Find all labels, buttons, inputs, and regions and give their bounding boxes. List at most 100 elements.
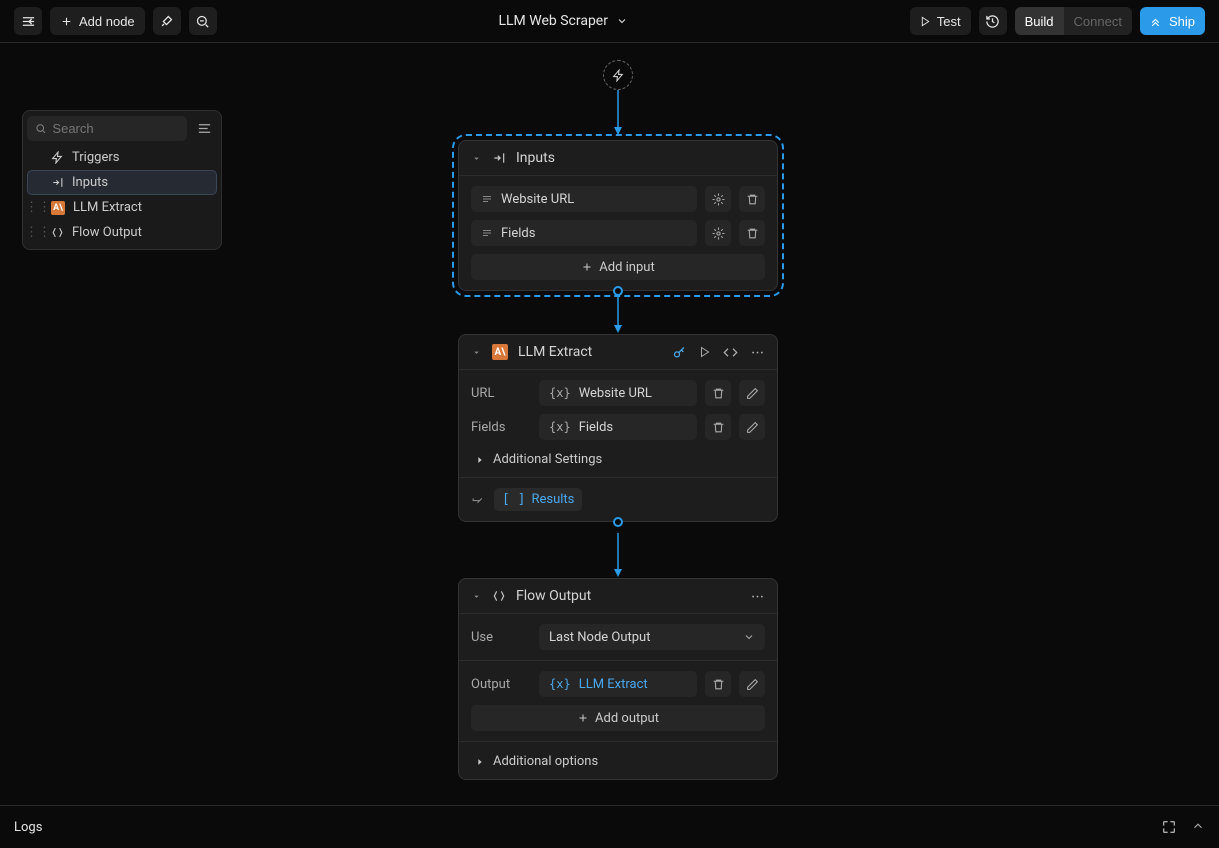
pencil-icon	[746, 678, 759, 691]
logs-label[interactable]: Logs	[14, 820, 42, 835]
zoom-out-button[interactable]	[189, 7, 217, 35]
output-value[interactable]: {x} LLM Extract	[539, 671, 697, 697]
tree-toggle-button[interactable]	[191, 115, 217, 141]
sidebar-item-triggers[interactable]: Triggers	[27, 145, 217, 170]
results-chip[interactable]: [ ] Results	[494, 488, 582, 511]
sidebar-item-llm-extract[interactable]: ⋮⋮ A\ LLM Extract	[27, 195, 217, 220]
inputs-node[interactable]: Inputs Website URL Fields	[458, 140, 778, 291]
param-label: Fields	[471, 420, 531, 435]
param-label: URL	[471, 386, 531, 401]
code-icon[interactable]	[723, 345, 738, 360]
sidebar-item-label: Triggers	[72, 150, 119, 165]
mode-segment: Build Connect	[1015, 7, 1132, 35]
delete-button[interactable]	[739, 220, 765, 246]
add-node-button[interactable]: Add node	[50, 7, 145, 35]
magic-button[interactable]	[153, 7, 181, 35]
collapse-icon[interactable]	[471, 591, 482, 602]
expand-button[interactable]	[1161, 819, 1177, 835]
node-title: LLM Extract	[518, 344, 662, 360]
build-tab[interactable]: Build	[1015, 7, 1064, 35]
ai-badge-icon: A\	[51, 201, 65, 215]
caret-right-icon	[475, 757, 485, 767]
flow-title-dropdown[interactable]: LLM Web Scraper	[498, 13, 628, 29]
connect-tab[interactable]: Connect	[1064, 7, 1132, 35]
flow-title: LLM Web Scraper	[498, 13, 608, 29]
param-value-url[interactable]: {x} Website URL	[539, 380, 697, 406]
output-icon	[51, 226, 64, 239]
sidebar-item-flow-output[interactable]: ⋮⋮ Flow Output	[27, 220, 217, 245]
collapse-sidebar-button[interactable]	[14, 7, 42, 35]
input-field-fields[interactable]: Fields	[471, 220, 697, 246]
delete-button[interactable]	[705, 380, 731, 406]
search-icon	[35, 122, 46, 135]
trigger-node[interactable]	[603, 60, 633, 90]
variable-icon: {x}	[549, 386, 571, 400]
collapse-logs-button[interactable]	[1191, 819, 1205, 835]
delete-button[interactable]	[705, 671, 731, 697]
delete-button[interactable]	[705, 414, 731, 440]
use-select[interactable]: Last Node Output	[539, 624, 765, 650]
sidebar-item-inputs[interactable]: Inputs	[27, 170, 217, 195]
ship-button[interactable]: Ship	[1140, 7, 1205, 35]
gear-icon	[712, 227, 725, 240]
trash-icon	[746, 193, 759, 206]
param-value-fields[interactable]: {x} Fields	[539, 414, 697, 440]
output-port[interactable]	[613, 286, 623, 296]
caret-right-icon	[475, 455, 485, 465]
pencil-icon	[746, 387, 759, 400]
add-input-button[interactable]: Add input	[471, 254, 765, 280]
settings-button[interactable]	[705, 186, 731, 212]
maximize-icon	[1161, 819, 1177, 835]
input-field-website-url[interactable]: Website URL	[471, 186, 697, 212]
plus-icon	[581, 261, 593, 273]
use-label: Use	[471, 630, 531, 645]
test-label: Test	[937, 14, 961, 29]
collapse-icon[interactable]	[471, 347, 482, 358]
key-icon[interactable]	[672, 345, 687, 360]
drag-handle-icon: ⋮⋮	[33, 225, 43, 240]
run-icon[interactable]	[699, 346, 711, 358]
ai-badge-icon: A\	[492, 344, 508, 360]
return-icon	[471, 493, 484, 506]
node-title: Inputs	[516, 150, 765, 166]
gear-icon	[712, 193, 725, 206]
node-tree-panel: Triggers Inputs ⋮⋮ A\ LLM Extract ⋮⋮ Flo…	[22, 110, 222, 250]
output-port[interactable]	[613, 517, 623, 527]
trash-icon	[746, 227, 759, 240]
output-icon	[492, 589, 506, 603]
input-icon	[51, 176, 64, 189]
variable-icon: {x}	[549, 677, 571, 691]
drag-handle-icon: ⋮⋮	[33, 200, 43, 215]
more-icon[interactable]	[750, 345, 765, 360]
chevron-down-icon	[616, 15, 628, 27]
text-icon	[481, 193, 493, 205]
ship-label: Ship	[1169, 14, 1195, 29]
search-input[interactable]	[52, 121, 179, 136]
plus-icon	[577, 712, 589, 724]
more-icon[interactable]	[750, 589, 765, 604]
node-title: Flow Output	[516, 588, 740, 604]
llm-extract-node[interactable]: A\ LLM Extract URL {x} Website URL Field…	[458, 334, 778, 522]
collapse-icon[interactable]	[471, 153, 482, 164]
settings-button[interactable]	[705, 220, 731, 246]
lightning-icon	[51, 151, 64, 164]
history-button[interactable]	[979, 7, 1007, 35]
additional-options-toggle[interactable]: Additional options	[471, 750, 765, 769]
add-node-label: Add node	[79, 14, 135, 29]
chevron-up-icon	[1191, 819, 1205, 833]
delete-button[interactable]	[739, 186, 765, 212]
text-icon	[481, 227, 493, 239]
input-icon	[492, 151, 506, 165]
brackets-icon: [ ]	[502, 492, 525, 507]
chevron-down-icon	[743, 631, 755, 643]
flow-output-node[interactable]: Flow Output Use Last Node Output Output …	[458, 578, 778, 780]
edit-button[interactable]	[739, 414, 765, 440]
add-output-button[interactable]: Add output	[471, 705, 765, 731]
search-input-wrap[interactable]	[27, 116, 187, 141]
edit-button[interactable]	[739, 671, 765, 697]
trash-icon	[712, 387, 725, 400]
test-button[interactable]: Test	[910, 7, 971, 35]
edit-button[interactable]	[739, 380, 765, 406]
sidebar-item-label: LLM Extract	[73, 200, 142, 215]
additional-settings-toggle[interactable]: Additional Settings	[471, 448, 765, 467]
